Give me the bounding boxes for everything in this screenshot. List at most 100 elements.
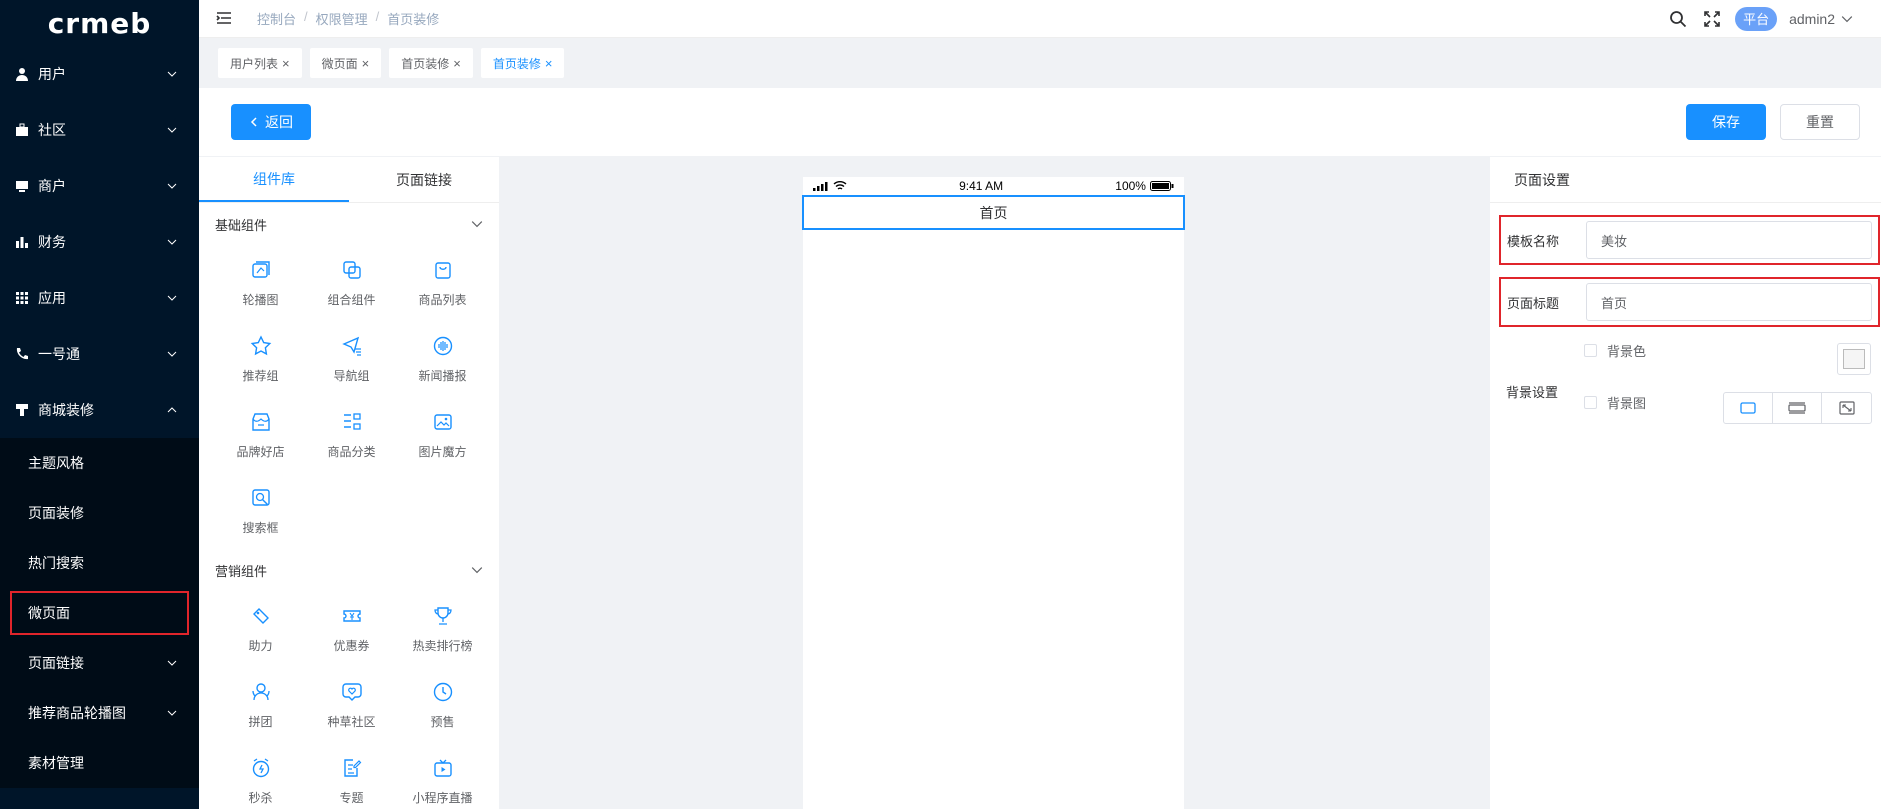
phone-page-title[interactable]: 首页 — [802, 195, 1185, 230]
action-bar: 返回 保存 重置 — [199, 88, 1881, 156]
grid-icon — [14, 290, 30, 306]
close-icon[interactable]: × — [453, 56, 461, 71]
bg-image-option[interactable]: 背景图 — [1584, 393, 1646, 412]
sidebar-item-label: 热门搜索 — [28, 555, 84, 571]
component-label: 商品分类 — [327, 444, 376, 459]
chevron-down-icon — [167, 710, 177, 716]
component-topic[interactable]: 专题 — [306, 743, 397, 809]
group-marketing-header[interactable]: 营销组件 — [199, 549, 499, 591]
breadcrumb-item: 首页装修 — [387, 12, 440, 27]
component-coupon[interactable]: 优惠券 — [306, 591, 397, 667]
sidebar-item-yihaotong[interactable]: 一号通 — [0, 326, 199, 382]
component-label: 组合组件 — [327, 292, 376, 307]
breadcrumb-item[interactable]: 控制台 — [257, 9, 296, 28]
bg-color-picker[interactable] — [1837, 343, 1871, 375]
close-icon[interactable]: × — [362, 56, 370, 71]
component-search-box[interactable]: 搜索框 — [215, 473, 306, 549]
bg-image-checkbox[interactable] — [1584, 396, 1597, 409]
bg-image-label: 背景图 — [1607, 396, 1647, 411]
component-label: 优惠券 — [333, 638, 370, 653]
component-label: 专题 — [339, 790, 364, 805]
sidebar-subitem-micro-page[interactable]: 微页面 — [10, 591, 189, 635]
reset-button[interactable]: 重置 — [1780, 104, 1860, 140]
tab-page-links[interactable]: 页面链接 — [349, 157, 499, 202]
user-menu[interactable]: admin2 — [1789, 11, 1853, 27]
bg-color-option[interactable]: 背景色 — [1584, 341, 1646, 360]
sidebar-item-finance[interactable]: 财务 — [0, 214, 199, 270]
component-label: 图片魔方 — [418, 444, 467, 459]
save-button[interactable]: 保存 — [1686, 104, 1766, 140]
tag-user-list[interactable]: 用户列表 × — [218, 48, 302, 78]
breadcrumb-item[interactable]: 权限管理 — [316, 9, 368, 28]
page-title-input[interactable]: 首页 — [1586, 283, 1872, 321]
close-icon[interactable]: × — [545, 56, 553, 71]
sidebar-item-label: 微页面 — [28, 605, 70, 621]
component-category[interactable]: 商品分类 — [306, 397, 397, 473]
component-mini-live[interactable]: 小程序直播 — [397, 743, 488, 809]
component-combine[interactable]: 组合组件 — [306, 245, 397, 321]
alarm-icon — [252, 757, 269, 777]
menu-toggle-icon[interactable] — [215, 11, 235, 27]
sidebar-item-merchant[interactable]: 商户 — [0, 158, 199, 214]
tag-home-decoration[interactable]: 首页装修 × — [389, 48, 473, 78]
sidebar-item-label: 主题风格 — [28, 455, 84, 471]
bg-mode-fill[interactable] — [1724, 393, 1773, 423]
sidebar-subitem-theme[interactable]: 主题风格 — [0, 438, 199, 488]
sidebar-subitem-page-links[interactable]: 页面链接 — [0, 638, 199, 688]
search-icon[interactable] — [1669, 10, 1687, 28]
assist-icon — [252, 607, 269, 624]
template-name-label: 模板名称 — [1507, 233, 1560, 249]
close-icon[interactable]: × — [282, 56, 290, 71]
tag-label: 首页装修 — [401, 56, 450, 71]
component-community[interactable]: 种草社区 — [306, 667, 397, 743]
sidebar-subitem-materials[interactable]: 素材管理 — [0, 738, 199, 788]
component-label: 商品列表 — [418, 292, 467, 307]
component-group-buy[interactable]: 拼团 — [215, 667, 306, 743]
back-button[interactable]: 返回 — [231, 104, 311, 140]
header-right: 平台 admin2 — [1653, 6, 1853, 31]
marketing-components-grid: 助力 优惠券 热卖排行榜 拼团 种草社区 预售 秒杀 专题 小程序直播 — [199, 591, 499, 809]
group-basic-header[interactable]: 基础组件 — [199, 203, 499, 245]
breadcrumb-separator: / — [304, 9, 308, 24]
component-assist[interactable]: 助力 — [215, 591, 306, 667]
sidebar-item-apps[interactable]: 应用 — [0, 270, 199, 326]
component-image-cube[interactable]: 图片魔方 — [397, 397, 488, 473]
combine-icon — [342, 260, 361, 279]
bg-color-checkbox[interactable] — [1584, 344, 1597, 357]
bg-mode-stretch[interactable] — [1822, 393, 1871, 423]
template-name-row: 模板名称 美妆 — [1499, 215, 1880, 265]
chevron-down-icon — [471, 221, 483, 228]
sidebar-item-label: 页面链接 — [28, 655, 84, 671]
component-hot-ranking[interactable]: 热卖排行榜 — [397, 591, 488, 667]
sidebar-subitem-hot-search[interactable]: 热门搜索 — [0, 538, 199, 588]
fullscreen-icon[interactable] — [1703, 10, 1721, 28]
sidebar-subitem-recommend-carousel[interactable]: 推荐商品轮播图 — [0, 688, 199, 738]
tag-home-decoration-active[interactable]: 首页装修 × — [480, 48, 565, 78]
component-navigation[interactable]: 导航组 — [306, 321, 397, 397]
chevron-down-icon — [167, 183, 177, 189]
sidebar-item-label: 社区 — [38, 122, 66, 138]
sidebar-item-user[interactable]: 用户 — [0, 46, 199, 102]
component-carousel[interactable]: 轮播图 — [215, 245, 306, 321]
signal-wifi-icons — [813, 181, 847, 191]
sidebar-item-shop-decoration[interactable]: 商城装修 — [0, 382, 199, 438]
component-recommend[interactable]: 推荐组 — [215, 321, 306, 397]
template-name-input[interactable]: 美妆 — [1586, 221, 1872, 259]
component-product-list[interactable]: 商品列表 — [397, 245, 488, 321]
component-flash-sale[interactable]: 秒杀 — [215, 743, 306, 809]
chevron-down-icon — [167, 351, 177, 357]
component-news[interactable]: 新闻播报 — [397, 321, 488, 397]
sidebar-item-community[interactable]: 社区 — [0, 102, 199, 158]
component-presale[interactable]: 预售 — [397, 667, 488, 743]
phone-preview: 9:41 AM 100% 首页 — [802, 177, 1185, 809]
bg-image-mode-group — [1723, 392, 1872, 424]
bg-mode-repeat[interactable] — [1773, 393, 1822, 423]
chevron-down-icon — [471, 567, 483, 574]
chevron-down-icon — [167, 660, 177, 666]
repeat-icon — [1788, 402, 1806, 414]
tag-micro-page[interactable]: 微页面 × — [309, 48, 382, 78]
sidebar-subitem-page-decoration[interactable]: 页面装修 — [0, 488, 199, 538]
sidebar-item-label: 一号通 — [38, 346, 80, 362]
component-brand-store[interactable]: 品牌好店 — [215, 397, 306, 473]
tab-component-library[interactable]: 组件库 — [199, 157, 349, 202]
